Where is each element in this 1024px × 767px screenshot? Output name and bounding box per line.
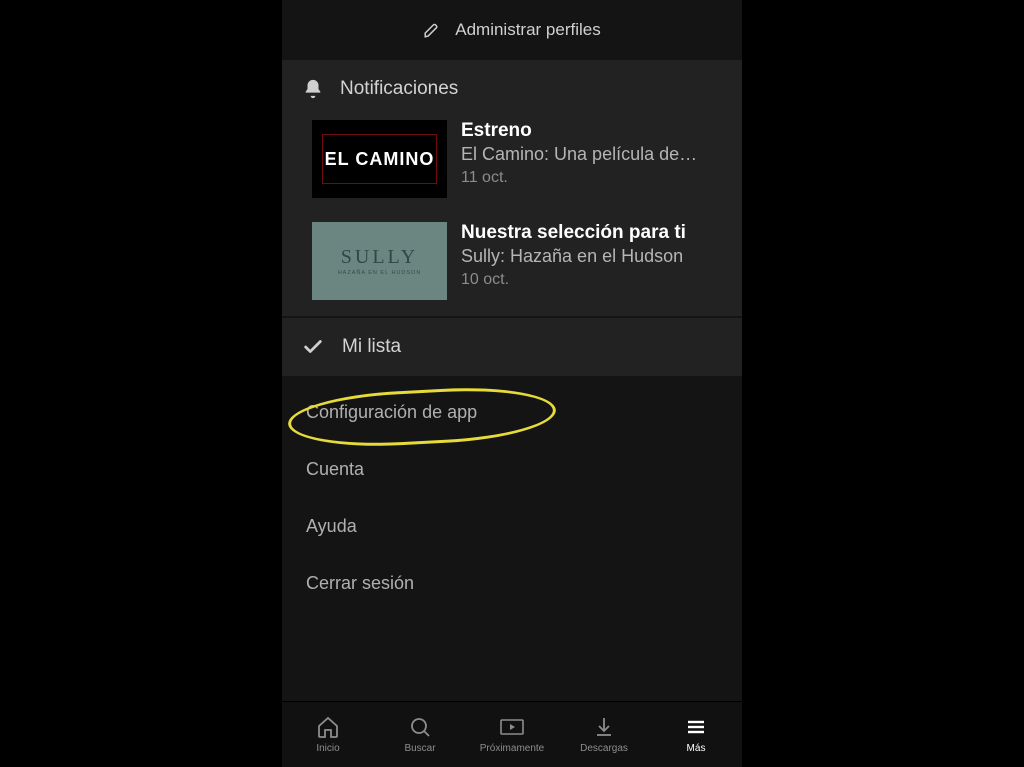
notification-date: 11 oct. <box>461 169 722 187</box>
notification-thumbnail: EL CAMINO <box>312 120 447 198</box>
manage-profiles-row[interactable]: Administrar perfiles <box>282 0 742 60</box>
nav-coming-soon[interactable]: Próximamente <box>466 702 558 767</box>
notification-item[interactable]: EL CAMINO Estreno El Camino: Una películ… <box>282 110 742 212</box>
notification-title: Estreno <box>461 120 722 142</box>
link-label: Configuración de app <box>306 402 477 422</box>
link-sign-out[interactable]: Cerrar sesión <box>282 555 742 612</box>
nav-search[interactable]: Buscar <box>374 702 466 767</box>
notification-text-block: Estreno El Camino: Una película de… 11 o… <box>461 120 722 198</box>
notification-text-block: Nuestra selección para ti Sully: Hazaña … <box>461 222 722 300</box>
notifications-section: Notificaciones EL CAMINO Estreno El Cami… <box>282 60 742 316</box>
nav-label: Inicio <box>316 743 339 754</box>
hamburger-icon <box>684 715 708 739</box>
my-list-row[interactable]: Mi lista <box>282 318 742 376</box>
link-account[interactable]: Cuenta <box>282 441 742 498</box>
notification-subtitle: Sully: Hazaña en el Hudson <box>461 246 722 267</box>
notifications-header-label: Notificaciones <box>340 78 458 100</box>
link-label: Cuenta <box>306 459 364 479</box>
notification-title: Nuestra selección para ti <box>461 222 722 244</box>
nav-more[interactable]: Más <box>650 702 742 767</box>
link-label: Cerrar sesión <box>306 573 414 593</box>
app-screen: Administrar perfiles Notificaciones EL C… <box>282 0 742 767</box>
thumbnail-subtext: HAZAÑA EN EL HUDSON <box>338 270 422 276</box>
nav-downloads[interactable]: Descargas <box>558 702 650 767</box>
notification-date: 10 oct. <box>461 271 722 289</box>
link-label: Ayuda <box>306 516 357 536</box>
link-app-settings[interactable]: Configuración de app <box>282 384 742 441</box>
bell-icon <box>302 78 324 100</box>
my-list-label: Mi lista <box>342 336 401 358</box>
notification-subtitle: El Camino: Una película de… <box>461 144 722 165</box>
download-icon <box>592 715 616 739</box>
home-icon <box>316 715 340 739</box>
bottom-nav: Inicio Buscar Próximamente <box>282 701 742 767</box>
coming-soon-icon <box>498 715 526 739</box>
thumbnail-text: SULLY <box>341 246 418 269</box>
nav-label: Más <box>687 743 706 754</box>
link-help[interactable]: Ayuda <box>282 498 742 555</box>
settings-links: Configuración de app Cuenta Ayuda Cerrar… <box>282 376 742 622</box>
thumbnail-text: EL CAMINO <box>325 149 435 170</box>
manage-profiles-label: Administrar perfiles <box>455 20 601 40</box>
notification-item[interactable]: SULLY HAZAÑA EN EL HUDSON Nuestra selecc… <box>282 212 742 314</box>
pencil-icon <box>423 21 441 39</box>
nav-label: Próximamente <box>480 743 544 754</box>
notifications-header[interactable]: Notificaciones <box>282 64 742 110</box>
notification-thumbnail: SULLY HAZAÑA EN EL HUDSON <box>312 222 447 300</box>
nav-home[interactable]: Inicio <box>282 702 374 767</box>
nav-label: Descargas <box>580 743 628 754</box>
search-icon <box>408 715 432 739</box>
nav-label: Buscar <box>404 743 435 754</box>
check-icon <box>302 336 324 358</box>
